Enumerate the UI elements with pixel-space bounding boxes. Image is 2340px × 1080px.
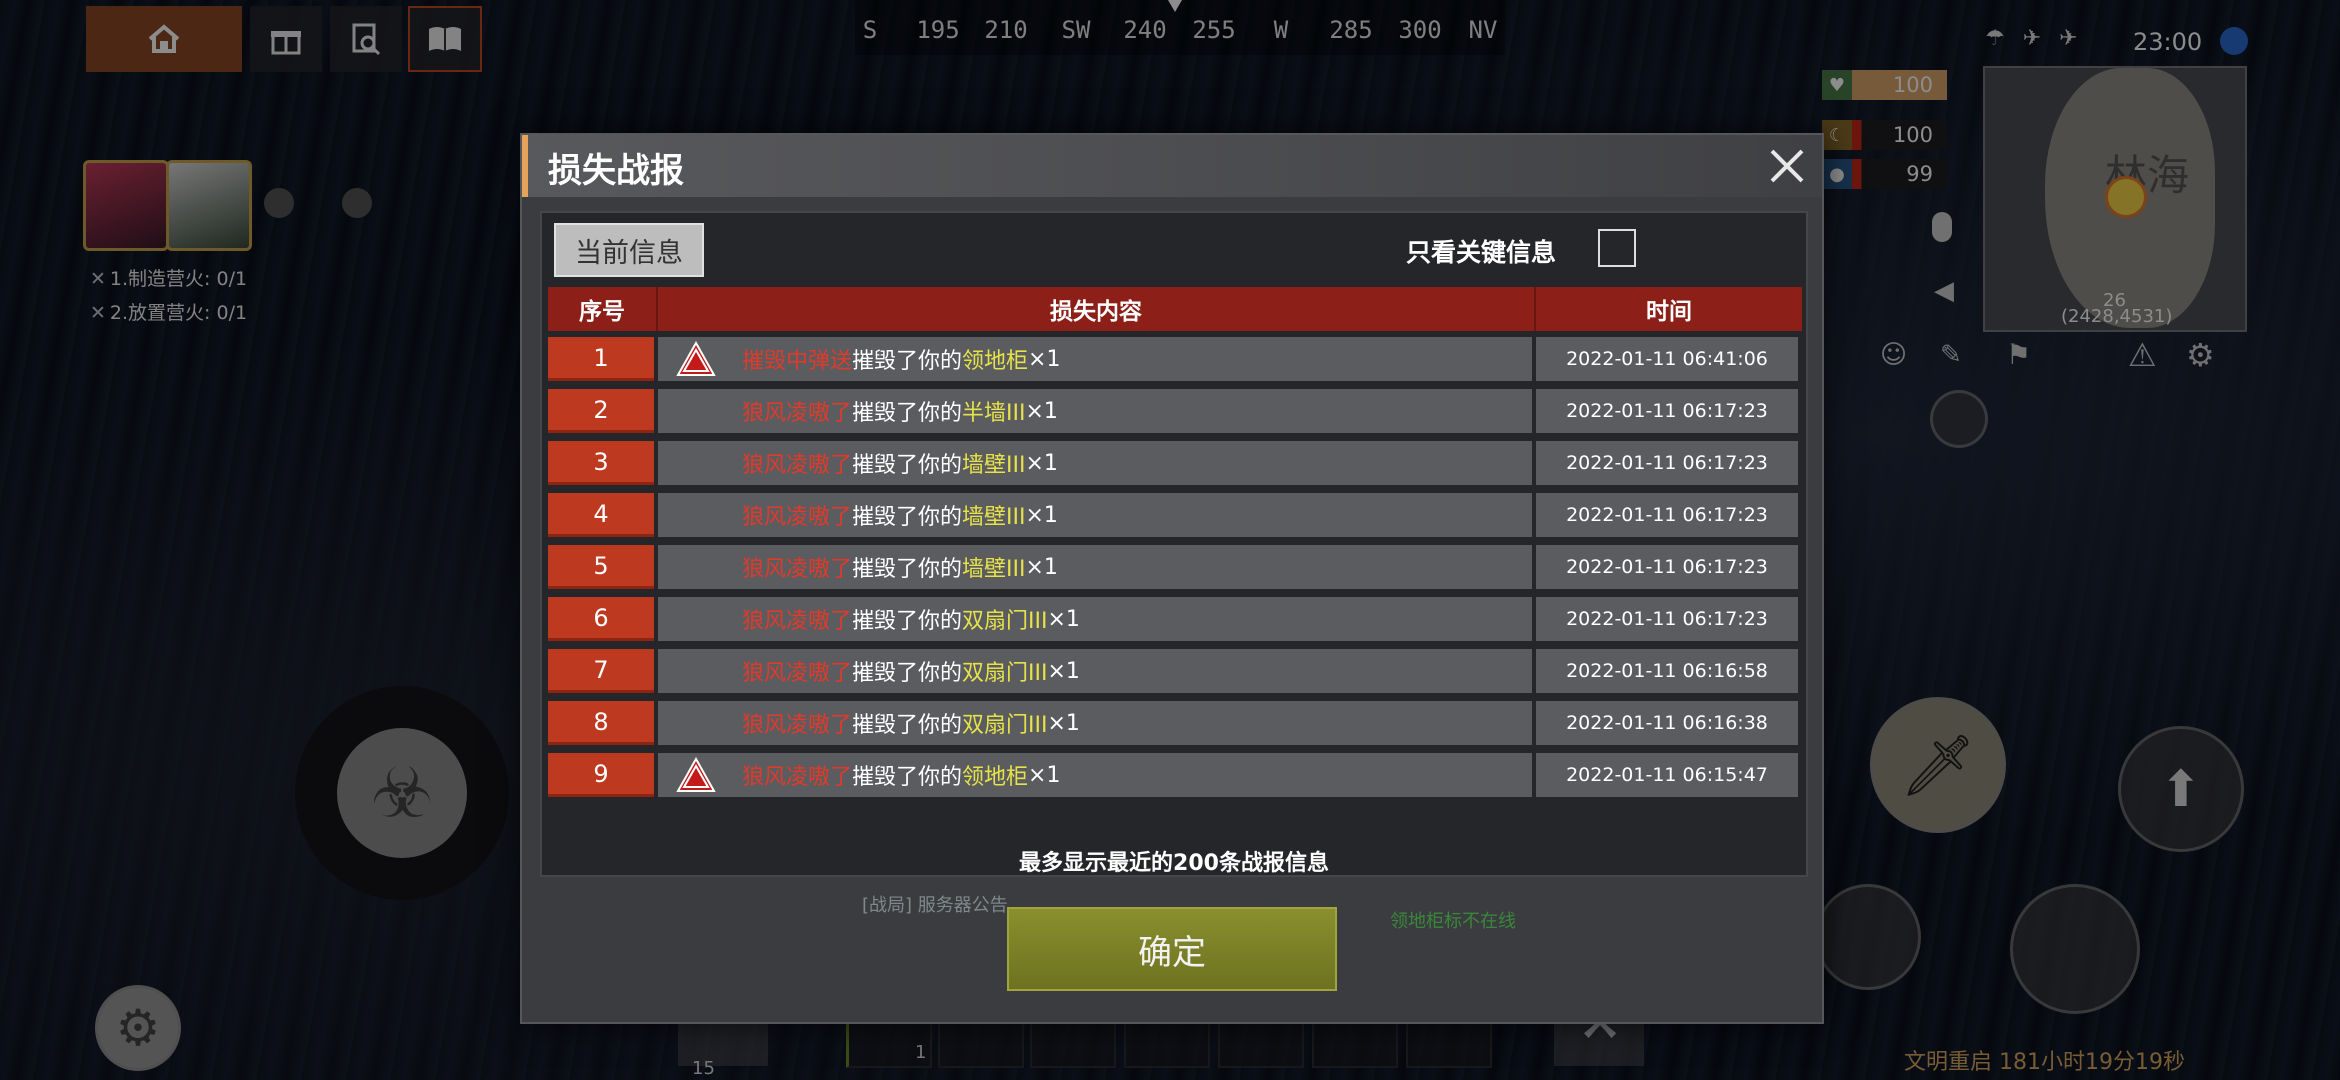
row-time: 2022-01-11 06:17:23 bbox=[1536, 493, 1798, 537]
item-count: ×1 bbox=[1025, 398, 1058, 424]
warning-icon bbox=[676, 757, 716, 792]
row-index: 4 bbox=[548, 493, 654, 537]
row-time: 2022-01-11 06:17:23 bbox=[1536, 597, 1798, 641]
actor-name: 狼风凌嗷了 bbox=[742, 557, 853, 582]
item-name: 领地柜 bbox=[962, 765, 1029, 790]
background-status-line: 领地柜标不在线 bbox=[1390, 911, 1516, 932]
item-count: ×1 bbox=[1047, 606, 1080, 632]
actor-name: 狼风凌嗷了 bbox=[742, 765, 853, 790]
item-name: 领地柜 bbox=[962, 349, 1029, 374]
table-row: 8 狼风凌嗷了 摧毁了你的 双扇门III ×1 2022-01-11 06:16:38 bbox=[548, 701, 1802, 745]
table-row: 3 狼风凌嗷了 摧毁了你的 墙壁III ×1 2022-01-11 06:17:23 bbox=[548, 441, 1802, 485]
item-count: ×1 bbox=[1025, 502, 1058, 528]
actor-name: 摧毁中弹送 bbox=[742, 349, 853, 374]
item-name: 双扇门III bbox=[962, 713, 1048, 738]
verb-text: 摧毁了你的 bbox=[852, 713, 963, 738]
warning-icon bbox=[676, 341, 716, 376]
row-time: 2022-01-11 06:15:47 bbox=[1536, 753, 1798, 797]
row-index: 9 bbox=[548, 753, 654, 797]
row-content: 狼风凌嗷了 摧毁了你的 双扇门III ×1 bbox=[658, 597, 1532, 641]
item-name: 半墙III bbox=[962, 401, 1026, 426]
report-panel: 当前信息 只看关键信息 序号 损失内容 时间 1 摧毁中弹送 摧毁了你的 领地柜 ×1… bbox=[540, 211, 1808, 877]
row-index: 6 bbox=[548, 597, 654, 641]
dialog-title-bar: 损失战报 bbox=[522, 135, 1822, 197]
actor-name: 狼风凌嗷了 bbox=[742, 661, 853, 686]
verb-text: 摧毁了你的 bbox=[852, 401, 963, 426]
table-row: 1 摧毁中弹送 摧毁了你的 领地柜 ×1 2022-01-11 06:41:06 bbox=[548, 337, 1802, 381]
verb-text: 摧毁了你的 bbox=[852, 609, 963, 634]
row-content: 狼风凌嗷了 摧毁了你的 半墙III ×1 bbox=[658, 389, 1532, 433]
table-row: 9 狼风凌嗷了 摧毁了你的 领地柜 ×1 2022-01-11 06:15:47 bbox=[548, 753, 1802, 797]
actor-name: 狼风凌嗷了 bbox=[742, 713, 853, 738]
item-name: 双扇门III bbox=[962, 609, 1048, 634]
item-count: ×1 bbox=[1028, 346, 1061, 372]
table-row: 5 狼风凌嗷了 摧毁了你的 墙壁III ×1 2022-01-11 06:17:23 bbox=[548, 545, 1802, 589]
verb-text: 摧毁了你的 bbox=[852, 505, 963, 530]
item-count: ×1 bbox=[1025, 554, 1058, 580]
row-index: 7 bbox=[548, 649, 654, 693]
key-info-checkbox[interactable] bbox=[1598, 229, 1636, 267]
item-name: 墙壁III bbox=[962, 453, 1026, 478]
column-header-content: 损失内容 bbox=[658, 287, 1536, 331]
verb-text: 摧毁了你的 bbox=[852, 765, 963, 790]
table-row: 4 狼风凌嗷了 摧毁了你的 墙壁III ×1 2022-01-11 06:17:23 bbox=[548, 493, 1802, 537]
row-content: 狼风凌嗷了 摧毁了你的 领地柜 ×1 bbox=[658, 753, 1532, 797]
tab-current-info[interactable]: 当前信息 bbox=[554, 223, 704, 277]
row-time: 2022-01-11 06:17:23 bbox=[1536, 389, 1798, 433]
column-header-index: 序号 bbox=[548, 287, 658, 331]
row-index: 8 bbox=[548, 701, 654, 745]
footnote: 最多显示最近的200条战报信息 bbox=[1019, 851, 1329, 876]
actor-name: 狼风凌嗷了 bbox=[742, 453, 853, 478]
row-time: 2022-01-11 06:17:23 bbox=[1536, 545, 1798, 589]
actor-name: 狼风凌嗷了 bbox=[742, 505, 853, 530]
actor-name: 狼风凌嗷了 bbox=[742, 609, 853, 634]
column-header-time: 时间 bbox=[1646, 299, 1692, 325]
row-time: 2022-01-11 06:16:58 bbox=[1536, 649, 1798, 693]
verb-text: 摧毁了你的 bbox=[852, 453, 963, 478]
row-content: 狼风凌嗷了 摧毁了你的 双扇门III ×1 bbox=[658, 649, 1532, 693]
row-content: 狼风凌嗷了 摧毁了你的 墙壁III ×1 bbox=[658, 493, 1532, 537]
item-count: ×1 bbox=[1025, 450, 1058, 476]
table-row: 6 狼风凌嗷了 摧毁了你的 双扇门III ×1 2022-01-11 06:17:23 bbox=[548, 597, 1802, 641]
row-content: 狼风凌嗷了 摧毁了你的 双扇门III ×1 bbox=[658, 701, 1532, 745]
verb-text: 摧毁了你的 bbox=[852, 557, 963, 582]
verb-text: 摧毁了你的 bbox=[852, 349, 963, 374]
table-row: 2 狼风凌嗷了 摧毁了你的 半墙III ×1 2022-01-11 06:17:23 bbox=[548, 389, 1802, 433]
row-index: 1 bbox=[548, 337, 654, 381]
row-content: 狼风凌嗷了 摧毁了你的 墙壁III ×1 bbox=[658, 545, 1532, 589]
key-info-label: 只看关键信息 bbox=[1406, 238, 1557, 267]
item-name: 双扇门III bbox=[962, 661, 1048, 686]
row-content: 摧毁中弹送 摧毁了你的 领地柜 ×1 bbox=[658, 337, 1532, 381]
close-icon[interactable] bbox=[1766, 145, 1808, 187]
item-count: ×1 bbox=[1047, 658, 1080, 684]
background-chat-line: [战局] 服务器公告 ... bbox=[862, 895, 1031, 916]
dialog-title: 损失战报 bbox=[548, 151, 684, 191]
item-count: ×1 bbox=[1028, 762, 1061, 788]
row-time: 2022-01-11 06:16:38 bbox=[1536, 701, 1798, 745]
item-name: 墙壁III bbox=[962, 557, 1026, 582]
confirm-button[interactable]: 确定 bbox=[1007, 907, 1337, 991]
table-header: 序号 损失内容 时间 bbox=[548, 287, 1802, 331]
row-time: 2022-01-11 06:17:23 bbox=[1536, 441, 1798, 485]
verb-text: 摧毁了你的 bbox=[852, 661, 963, 686]
actor-name: 狼风凌嗷了 bbox=[742, 401, 853, 426]
item-count: ×1 bbox=[1047, 710, 1080, 736]
table-row: 7 狼风凌嗷了 摧毁了你的 双扇门III ×1 2022-01-11 06:16:58 bbox=[548, 649, 1802, 693]
item-name: 墙壁III bbox=[962, 505, 1026, 530]
row-index: 2 bbox=[548, 389, 654, 433]
row-index: 5 bbox=[548, 545, 654, 589]
row-content: 狼风凌嗷了 摧毁了你的 墙壁III ×1 bbox=[658, 441, 1532, 485]
loss-report-dialog: 损失战报 当前信息 只看关键信息 序号 损失内容 时间 1 摧毁中弹送 摧毁了你的… bbox=[520, 133, 1824, 1024]
row-index: 3 bbox=[548, 441, 654, 485]
row-time: 2022-01-11 06:41:06 bbox=[1536, 337, 1798, 381]
